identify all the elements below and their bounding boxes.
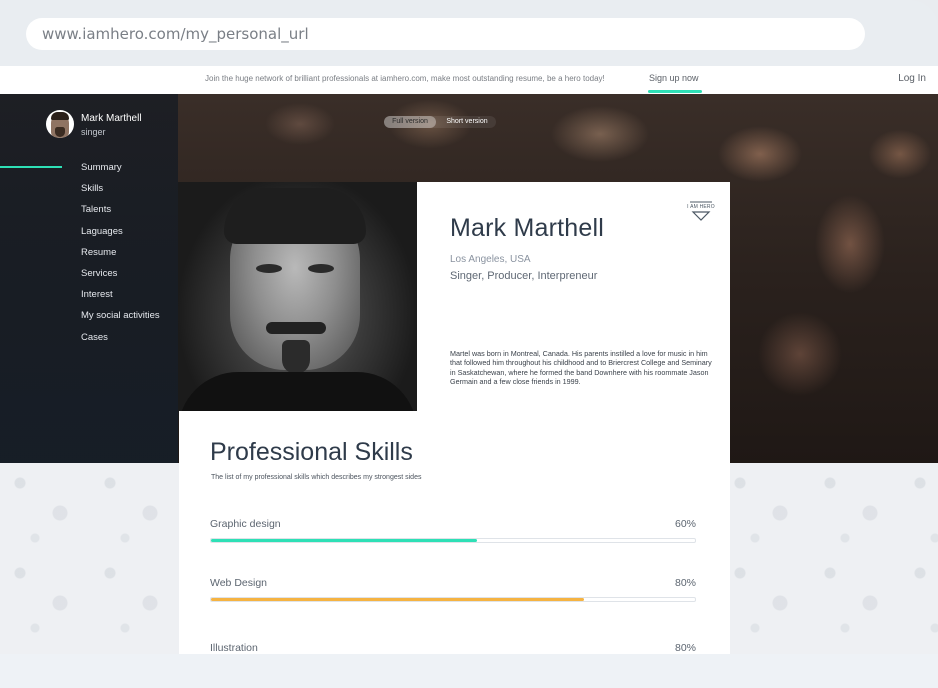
sidebar-item-cases[interactable]: Cases — [81, 332, 160, 353]
card-titles: Singer, Producer, Interpreneur — [450, 270, 598, 282]
skills-section: Professional Skills The list of my profe… — [179, 411, 730, 654]
skills-title: Professional Skills — [210, 438, 413, 466]
promo-text: Join the huge network of brilliant profe… — [205, 74, 605, 83]
photo-eye-left — [256, 264, 282, 273]
signup-link[interactable]: Sign up now — [649, 73, 699, 83]
sidebar-item-interest[interactable]: Interest — [81, 289, 160, 310]
nav-active-indicator — [0, 166, 62, 168]
skill-name: Web Design — [210, 577, 268, 589]
browser-window: www.iamhero.com/my_personal_url Join the… — [0, 0, 938, 688]
card-name: Mark Marthell — [450, 214, 605, 242]
sidebar-item-social[interactable]: My social activities — [81, 310, 160, 331]
profile-photo — [178, 182, 417, 420]
page-viewport: Join the huge network of brilliant profe… — [0, 66, 938, 654]
signup-underline — [648, 90, 702, 93]
card-bio: Martel was born in Montreal, Canada. His… — [450, 349, 712, 387]
sidebar-item-services[interactable]: Services — [81, 268, 160, 289]
skill-row: Web Design 80% — [210, 577, 696, 607]
promo-bar: Join the huge network of brilliant profe… — [0, 66, 938, 94]
skill-name: Graphic design — [210, 518, 281, 530]
iamhero-badge-icon: I AM HERO — [686, 198, 716, 224]
photo-eye-right — [308, 264, 334, 273]
skill-progress-bar — [210, 597, 696, 602]
full-version-option[interactable]: Full version — [384, 116, 436, 128]
skill-percent: 80% — [674, 577, 696, 589]
photo-mustache — [266, 322, 326, 334]
photo-goatee — [282, 340, 310, 374]
skill-progress-fill — [211, 598, 584, 601]
avatar[interactable] — [46, 110, 74, 138]
sidebar-item-talents[interactable]: Talents — [81, 204, 160, 225]
sidebar-item-resume[interactable]: Resume — [81, 247, 160, 268]
version-toggle[interactable]: Full version Short version — [384, 116, 496, 128]
login-link[interactable]: Log In — [898, 73, 926, 84]
short-version-option[interactable]: Short version — [440, 116, 494, 128]
skill-progress-fill — [211, 539, 478, 542]
skills-subtitle: The list of my professional skills which… — [211, 474, 422, 481]
avatar-beard — [55, 127, 65, 137]
skill-name: Illustration — [210, 642, 258, 654]
sidebar-profile-name: Mark Marthell — [81, 113, 142, 124]
avatar-hair — [51, 112, 69, 120]
skill-progress-bar — [210, 538, 696, 543]
skill-percent: 80% — [674, 642, 696, 654]
skill-row: Graphic design 60% — [210, 518, 696, 548]
photo-hair — [224, 188, 366, 244]
card-location: Los Angeles, USA — [450, 254, 531, 265]
profile-card: I AM HERO Mark Marthell Los Angeles, USA… — [417, 182, 730, 420]
skill-percent: 60% — [674, 518, 696, 530]
sidebar: Mark Marthell singer Summary Skills Tale… — [0, 94, 178, 463]
url-bar[interactable]: www.iamhero.com/my_personal_url — [26, 18, 865, 50]
skill-row: Illustration 80% — [210, 642, 696, 654]
sidebar-item-languages[interactable]: Laguages — [81, 226, 160, 247]
diamond-icon — [690, 201, 712, 221]
browser-bottom-band — [0, 654, 938, 688]
sidebar-nav: Summary Skills Talents Laguages Resume S… — [81, 162, 160, 353]
sidebar-item-skills[interactable]: Skills — [81, 183, 160, 204]
sidebar-item-summary[interactable]: Summary — [81, 162, 160, 183]
sidebar-profile-role: singer — [81, 127, 106, 137]
